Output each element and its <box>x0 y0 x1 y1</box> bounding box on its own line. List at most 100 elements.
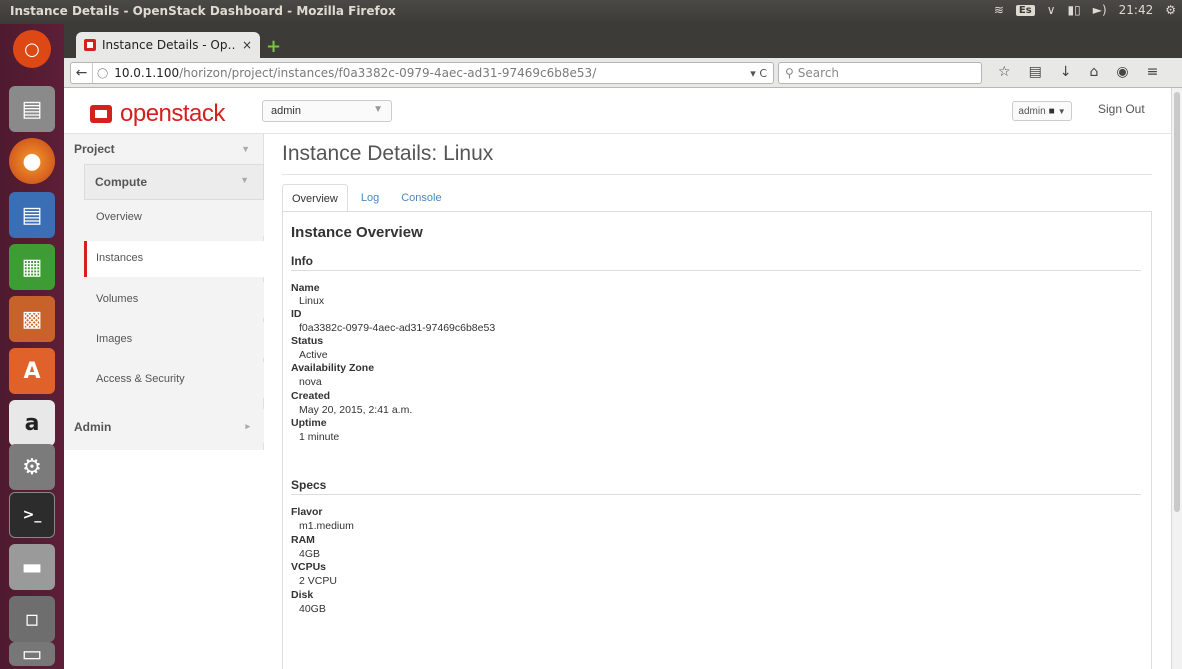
search-icon: ⚲ <box>785 66 794 80</box>
openstack-favicon-icon <box>84 39 96 51</box>
bluetooth-icon[interactable]: ∨ <box>1047 3 1056 17</box>
openstack-header: openstack admin ▼ admin ■ ▼ Sign Out <box>64 88 1171 134</box>
wifi-icon[interactable]: ≋ <box>994 3 1004 17</box>
info-value-created: May 20, 2015, 2:41 a.m. <box>299 404 413 416</box>
drive-icon[interactable]: ▬ <box>9 544 55 590</box>
url-host: 10.0.1.100 <box>114 66 180 80</box>
info-label-availability-zone: Availability Zone <box>291 362 375 374</box>
amazon-icon[interactable]: a <box>9 400 55 446</box>
info-label-name: Name <box>291 282 320 294</box>
address-bar[interactable]: ← ◯ 10.0.1.100/horizon/project/instances… <box>70 62 774 84</box>
project-select[interactable]: admin ▼ <box>262 100 392 122</box>
openstack-logo[interactable]: openstack <box>90 100 225 128</box>
sidebar-item-instances[interactable]: Instances <box>84 241 264 277</box>
firefox-icon[interactable]: ● <box>9 138 55 184</box>
clock[interactable]: 21:42 <box>1119 3 1154 17</box>
info-divider <box>291 270 1141 271</box>
info-value-availability-zone: nova <box>299 376 322 388</box>
info-label-id: ID <box>291 308 302 320</box>
pocket-icon[interactable]: ◉ <box>1116 64 1128 80</box>
impress-icon[interactable]: ▩ <box>9 296 55 342</box>
tab-overview[interactable]: Overview <box>282 184 348 212</box>
user-icon: ■ <box>1048 105 1055 117</box>
sidebar-admin-label: Admin <box>74 420 112 434</box>
browser-tab-bar: Instance Details - Op… × + <box>64 24 1182 58</box>
keyboard-layout-indicator[interactable]: Es <box>1015 4 1035 16</box>
info-label-status: Status <box>291 335 324 347</box>
downloads-icon[interactable]: ↓ <box>1060 64 1072 80</box>
back-arrow-icon[interactable]: ← <box>71 63 93 83</box>
instance-overview-heading: Instance Overview <box>291 224 423 241</box>
site-info-icon[interactable]: ◯ <box>97 68 108 79</box>
specs-divider <box>291 494 1141 495</box>
sign-out-link[interactable]: Sign Out <box>1098 102 1145 116</box>
terminal-icon[interactable]: >_ <box>9 492 55 538</box>
sidebar-item-access-security[interactable]: Access & Security <box>84 362 264 398</box>
specs-value-disk: 40GB <box>299 603 326 615</box>
calc-icon[interactable]: ▦ <box>9 244 55 290</box>
sidebar-project-header[interactable]: Project ▼ <box>64 134 264 164</box>
chevron-right-icon: ▸ <box>245 421 250 431</box>
tab-title: Instance Details - Op… <box>102 38 236 52</box>
info-label-uptime: Uptime <box>291 417 327 429</box>
sidebar-item-overview[interactable]: Overview <box>84 200 264 236</box>
sidebar-item-volumes[interactable]: Volumes <box>84 282 264 318</box>
info-value-id: f0a3382c-0979-4aec-ad31-97469c6b8e53 <box>299 322 496 334</box>
files-icon[interactable]: ▤ <box>9 86 55 132</box>
tab-console[interactable]: Console <box>392 184 450 212</box>
specs-label-ram: RAM <box>291 534 315 546</box>
specs-label-disk: Disk <box>291 589 314 601</box>
browser-nav-bar: ← ◯ 10.0.1.100/horizon/project/instances… <box>64 58 1182 88</box>
sidebar: Project ▼ Compute ▼ Overview Instances V… <box>64 134 264 450</box>
trash-icon[interactable]: ▭ <box>9 642 55 667</box>
launcher: ○ ▤ ● ▤ ▦ ▩ A a ⚙ >_ ▬ ▫ ▭ <box>0 24 64 669</box>
specs-heading: Specs <box>291 478 327 492</box>
sidebar-compute-header[interactable]: Compute ▼ <box>84 164 264 200</box>
scrollbar-thumb[interactable] <box>1174 92 1180 512</box>
info-heading: Info <box>291 254 313 268</box>
system-top-bar: Instance Details - OpenStack Dashboard -… <box>0 0 1182 24</box>
home-icon[interactable]: ⌂ <box>1090 64 1099 80</box>
specs-value-vcpus: 2 VCPU <box>299 575 337 587</box>
reload-icon[interactable]: ▾ C <box>750 67 767 80</box>
tab-log[interactable]: Log <box>352 184 388 212</box>
chevron-down-icon: ▼ <box>1057 106 1066 116</box>
search-placeholder: Search <box>797 66 840 80</box>
detail-tabs: Overview Log Console <box>282 184 455 212</box>
toolbar-icons: ☆ ▤ ↓ ⌂ ◉ ≡ <box>998 64 1158 80</box>
window-title: Instance Details - OpenStack Dashboard -… <box>10 4 396 18</box>
sidebar-item-images[interactable]: Images <box>84 322 264 358</box>
info-value-uptime: 1 minute <box>299 431 340 443</box>
page-content: openstack admin ▼ admin ■ ▼ Sign Out Pro… <box>64 88 1171 669</box>
tab-close-icon[interactable]: × <box>242 38 252 52</box>
info-value-status: Active <box>299 349 328 361</box>
system-settings-icon[interactable]: ⚙ <box>9 444 55 490</box>
removable-media-icon[interactable]: ▫ <box>9 596 55 642</box>
overview-panel: Instance Overview Info Name Linux ID f0a… <box>282 211 1152 669</box>
software-center-icon[interactable]: A <box>9 348 55 394</box>
sidebar-project-label: Project <box>74 142 115 156</box>
reading-list-icon[interactable]: ▤ <box>1029 64 1042 80</box>
specs-label-flavor: Flavor <box>291 506 323 518</box>
bookmark-star-icon[interactable]: ☆ <box>998 64 1011 80</box>
new-tab-plus-icon[interactable]: + <box>266 36 281 57</box>
info-label-created: Created <box>291 390 331 402</box>
user-menu[interactable]: admin ■ ▼ <box>1012 101 1072 121</box>
volume-icon[interactable]: ►) <box>1093 3 1107 17</box>
menu-hamburger-icon[interactable]: ≡ <box>1147 64 1159 80</box>
writer-icon[interactable]: ▤ <box>9 192 55 238</box>
battery-icon[interactable]: ▮▯ <box>1068 3 1081 17</box>
system-indicators: ≋ Es ∨ ▮▯ ►) 21:42 ⚙ <box>994 3 1176 17</box>
chevron-down-icon: ▼ <box>240 175 249 185</box>
ubuntu-dash-icon[interactable]: ○ <box>13 30 51 68</box>
sidebar-compute-label: Compute <box>95 175 147 189</box>
chevron-down-icon: ▼ <box>373 104 383 115</box>
settings-gear-icon[interactable]: ⚙ <box>1165 3 1176 17</box>
page-scrollbar[interactable] <box>1171 88 1182 669</box>
browser-tab[interactable]: Instance Details - Op… × <box>76 32 260 58</box>
info-value-name: Linux <box>299 295 325 307</box>
project-select-value: admin <box>271 105 301 117</box>
sidebar-admin-header[interactable]: Admin ▸ <box>64 409 264 443</box>
search-input[interactable]: ⚲ Search <box>778 62 982 84</box>
logo-text: openstack <box>120 100 225 127</box>
